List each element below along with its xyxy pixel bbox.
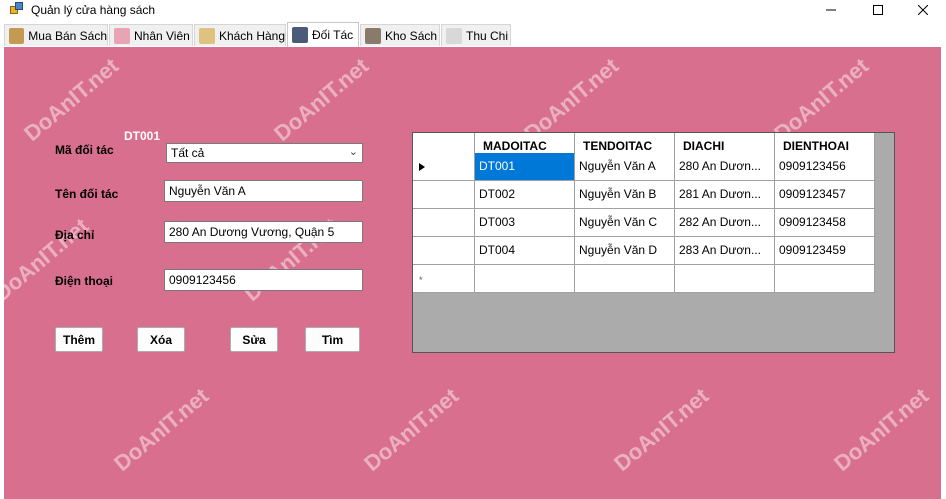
tab-label: Thu Chi [466,28,509,43]
grid-cell[interactable]: 283 An Dươn... [675,237,775,265]
them-button[interactable]: Thêm [55,327,103,352]
tab-label: Mua Bán Sách [28,28,107,43]
tab-nhan-vien[interactable]: Nhân Viên [109,24,193,46]
app-icon [10,2,24,16]
current-row-arrow-icon [419,162,425,171]
grid-cell[interactable]: Nguyễn Văn C [575,209,675,237]
close-button[interactable] [900,0,946,20]
window-title: Quản lý cửa hàng sách [31,3,156,17]
watermark: DoAnIT.net [609,383,714,477]
watermark: DoAnIT.net [19,53,124,147]
tab-doi-tac[interactable]: Đối Tác [287,22,359,47]
doi-tac-grid[interactable]: MADOITAC TENDOITAC DIACHI DIENTHOAI DT00… [412,132,895,353]
combobox-value: Tất cả [171,146,205,160]
row-header[interactable] [413,209,475,237]
tab-kho-sach[interactable]: Kho Sách [360,24,440,46]
watermark: DoAnIT.net [359,383,464,477]
grid-cell[interactable]: 0909123457 [775,181,875,209]
tab-label: Nhân Viên [134,28,190,43]
chevron-down-icon[interactable]: ⌄ [349,145,358,158]
minimize-icon [826,9,836,11]
row-header[interactable] [413,153,475,181]
dia-chi-label: Địa chỉ [55,228,95,242]
money-icon [446,27,462,44]
watermark: DoAnIT.net [829,383,934,477]
grid-cell[interactable]: Nguyễn Văn A [575,153,675,181]
tab-strip: Mua Bán Sách Nhân Viên Khách Hàng Đối Tá… [4,22,942,47]
table-row[interactable]: DT002 Nguyễn Văn B 281 An Dươn... 090912… [413,181,875,209]
grid-cell[interactable]: Nguyễn Văn B [575,181,675,209]
book-icon [9,27,25,44]
person-icon [114,27,130,44]
dien-thoai-input[interactable]: 0909123456 [164,269,363,291]
grid-cell[interactable] [775,265,875,293]
watermark: DoAnIT.net [109,383,214,477]
ten-doi-tac-label: Tên đối tác [55,187,119,201]
tab-label: Kho Sách [385,28,438,43]
selected-id-label: DT001 [124,129,161,143]
svg-text:*: * [419,275,423,283]
warehouse-icon [365,27,381,44]
grid-cell[interactable]: 0909123459 [775,237,875,265]
grid-cell[interactable]: Nguyễn Văn D [575,237,675,265]
grid-cell[interactable]: 0909123458 [775,209,875,237]
tab-khach-hang[interactable]: Khách Hàng [194,24,286,46]
tab-label: Khách Hàng [218,28,285,43]
table-row[interactable]: DT004 Nguyễn Văn D 283 An Dươn... 090912… [413,237,875,265]
new-row-asterisk-icon: * [419,275,423,283]
tim-button[interactable]: Tìm [305,327,360,352]
sua-button[interactable]: Sửa [230,327,278,352]
grid-cell[interactable]: 0909123456 [775,153,875,181]
table-row[interactable]: DT003 Nguyễn Văn C 282 An Dươn... 090912… [413,209,875,237]
grid-cell[interactable]: DT003 [475,209,575,237]
tab-label: Đối Tác [312,28,354,42]
partner-icon [292,27,308,43]
title-bar: Quản lý cửa hàng sách [0,0,946,22]
ten-doi-tac-input[interactable]: Nguyễn Văn A [164,180,363,202]
grid-cell[interactable]: DT002 [475,181,575,209]
maximize-button[interactable] [855,0,901,20]
row-header[interactable] [413,237,475,265]
doi-tac-page: DoAnIT.net DoAnIT.net DoAnIT.net DoAnIT.… [4,47,941,499]
dia-chi-input[interactable]: 280 An Dương Vương, Quận 5 [164,221,363,243]
grid-cell[interactable]: 282 An Dươn... [675,209,775,237]
grid-cell[interactable]: DT001 [475,153,575,181]
close-icon [918,5,928,15]
maximize-icon [873,5,883,15]
customer-icon [199,27,215,44]
grid-cell[interactable]: 280 An Dươn... [675,153,775,181]
grid-cell[interactable] [675,265,775,293]
grid-cell[interactable]: 281 An Dươn... [675,181,775,209]
row-header[interactable] [413,181,475,209]
grid-cell[interactable]: DT004 [475,237,575,265]
ma-doi-tac-label: Mã đối tác [55,143,114,157]
watermark: DoAnIT.net [269,53,374,147]
xoa-button[interactable]: Xóa [137,327,185,352]
row-header[interactable]: * [413,265,475,293]
ma-doi-tac-combobox[interactable]: Tất cả ⌄ [166,143,363,163]
minimize-button[interactable] [808,0,854,20]
tab-mua-ban-sach[interactable]: Mua Bán Sách [4,24,108,46]
dien-thoai-label: Điện thoại [55,274,114,288]
new-row[interactable]: * [413,265,875,293]
table-row[interactable]: DT001 Nguyễn Văn A 280 An Dươn... 090912… [413,153,875,181]
tab-thu-chi[interactable]: Thu Chi [441,24,511,46]
grid-cell[interactable] [575,265,675,293]
grid-cell[interactable] [475,265,575,293]
